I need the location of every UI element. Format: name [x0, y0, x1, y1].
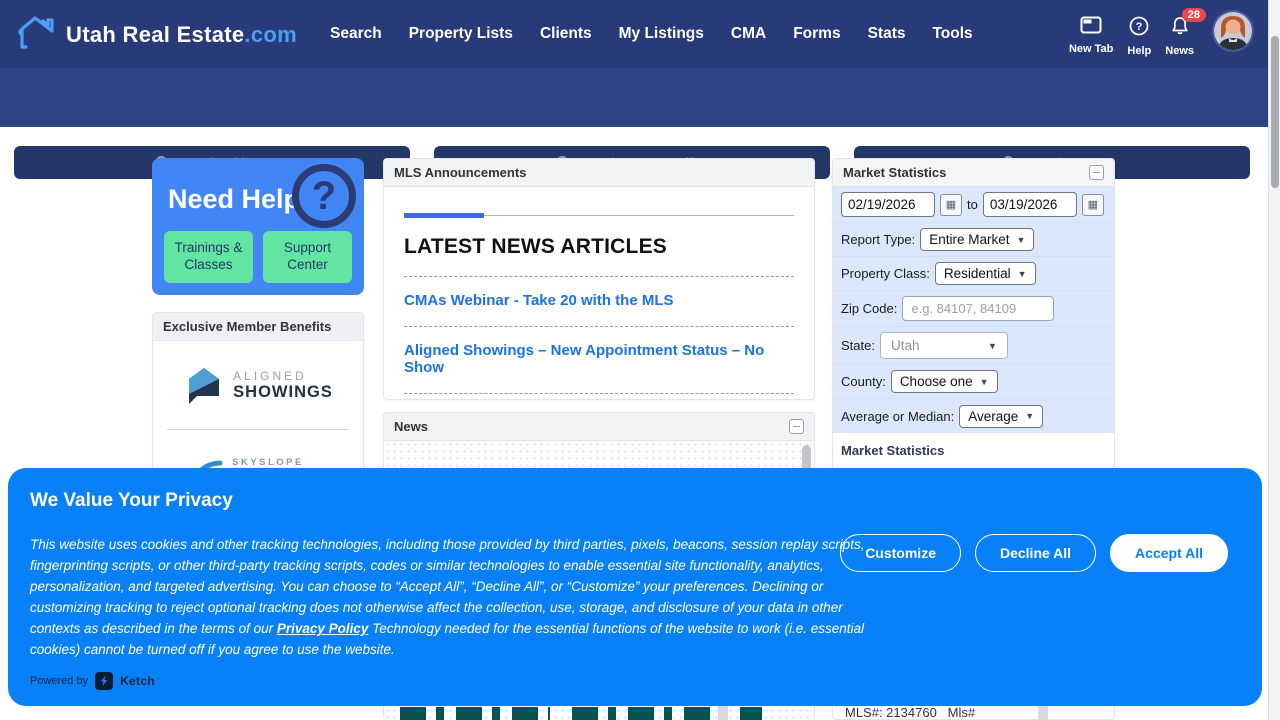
property-class-select[interactable]: Residential▼ [935, 262, 1036, 285]
panel-edge-sliver [1038, 706, 1048, 720]
cropped-news-headline [400, 707, 550, 720]
zip-code-label: Zip Code: [841, 301, 897, 316]
nav-tools[interactable]: Tools [932, 25, 972, 43]
top-navigation-bar: Utah Real Estate.com Search Property Lis… [0, 0, 1280, 68]
county-select[interactable]: Choose one▼ [891, 370, 998, 393]
help-button[interactable]: ? Help [1127, 10, 1151, 57]
ketch-logo-icon [95, 672, 113, 690]
market-stats-title: Market Statistics [843, 165, 946, 180]
news-article-link[interactable]: Aligned Showings – New Appointment Statu… [404, 342, 794, 376]
svg-text:?: ? [1136, 21, 1143, 33]
browser-scrollbar[interactable] [1268, 0, 1280, 720]
news-button[interactable]: 28 News [1165, 10, 1194, 57]
news-count-badge: 28 [1182, 8, 1206, 22]
new-tab-icon [1080, 16, 1102, 39]
question-mark-icon: ? [292, 164, 356, 228]
need-help-title: Need Help [168, 184, 300, 215]
aligned-showings-logo[interactable]: ALIGNED SHOWINGS [153, 341, 363, 429]
cropped-news-headline [572, 707, 762, 720]
header-actions: New Tab ? Help 28 News [1069, 10, 1254, 57]
nav-search[interactable]: Search [330, 25, 382, 43]
support-center-button[interactable]: Support Center [263, 231, 352, 283]
county-label: County: [841, 374, 886, 389]
privacy-policy-link[interactable]: Privacy Policy [277, 621, 369, 636]
search-band: Search Address Search Agent or Office Se… [0, 68, 1280, 127]
report-type-select[interactable]: Entire Market▼ [920, 228, 1034, 251]
need-help-card: Need Help ? Trainings & Classes Support … [152, 158, 364, 295]
customize-button[interactable]: Customize [840, 534, 961, 572]
main-navigation: Search Property Lists Clients My Listing… [330, 0, 973, 68]
dashed-divider [404, 326, 794, 327]
calendar-icon[interactable]: ▦ [940, 194, 962, 216]
average-median-select[interactable]: Average▼ [959, 405, 1043, 428]
carousel-progress [404, 213, 794, 219]
date-from-input[interactable] [841, 192, 935, 217]
site-logo[interactable]: Utah Real Estate.com [14, 12, 297, 57]
chevron-down-icon: ▼ [988, 341, 997, 351]
powered-by-ketch[interactable]: Powered by Ketch [30, 672, 155, 690]
nav-stats[interactable]: Stats [868, 25, 906, 43]
to-label: to [967, 197, 978, 212]
latest-news-heading: LATEST NEWS ARTICLES [404, 235, 794, 259]
chevron-down-icon: ▼ [1025, 411, 1034, 421]
brand-name: Utah Real Estate.com [66, 22, 297, 48]
property-class-row: Property Class: Residential▼ [833, 257, 1114, 291]
dashed-divider [404, 276, 794, 277]
announcements-title: MLS Announcements [394, 165, 526, 180]
accept-all-button[interactable]: Accept All [1110, 534, 1228, 572]
carousel-progress-fill [404, 213, 484, 218]
decline-all-button[interactable]: Decline All [975, 534, 1096, 572]
property-class-label: Property Class: [841, 266, 930, 281]
report-type-row: Report Type: Entire Market▼ [833, 223, 1114, 257]
scrollbar-thumb[interactable] [1271, 36, 1279, 188]
house-logo-icon [14, 12, 60, 57]
report-type-label: Report Type: [841, 232, 915, 247]
date-range-row: ▦ to ▦ [833, 187, 1114, 223]
privacy-banner-title: We Value Your Privacy [30, 490, 233, 512]
collapse-icon[interactable] [789, 419, 804, 434]
aligned-showings-icon [183, 363, 225, 407]
zip-code-input[interactable] [902, 296, 1054, 321]
calendar-icon[interactable]: ▦ [1082, 194, 1104, 216]
dashed-divider [404, 393, 794, 394]
cropped-mls-row: MLS#: 2134760 Mls# [845, 705, 975, 719]
news-article-link[interactable]: CMAs Webinar - Take 20 with the MLS [404, 292, 794, 309]
help-icon: ? [1129, 16, 1149, 41]
chevron-down-icon: ▼ [1018, 269, 1027, 279]
trainings-classes-button[interactable]: Trainings & Classes [164, 231, 253, 283]
cookie-consent-banner: We Value Your Privacy This website uses … [8, 468, 1262, 706]
chevron-down-icon: ▼ [1016, 235, 1025, 245]
benefits-title: Exclusive Member Benefits [163, 319, 331, 334]
mls-announcements-panel: MLS Announcements LATEST NEWS ARTICLES C… [383, 158, 815, 400]
new-tab-button[interactable]: New Tab [1069, 10, 1113, 55]
average-median-label: Average or Median: [841, 409, 954, 424]
nav-property-lists[interactable]: Property Lists [409, 25, 513, 43]
zip-code-row: Zip Code: [833, 291, 1114, 327]
collapse-icon[interactable] [1089, 165, 1104, 180]
county-row: County: Choose one▼ [833, 365, 1114, 399]
panel-edge-sliver [718, 706, 728, 720]
date-to-input[interactable] [983, 192, 1077, 217]
nav-forms[interactable]: Forms [793, 25, 840, 43]
state-label: State: [841, 338, 875, 353]
nav-clients[interactable]: Clients [540, 25, 592, 43]
nav-my-listings[interactable]: My Listings [619, 25, 704, 43]
state-row: State: Utah▼ [833, 327, 1114, 365]
market-stats-results-title: Market Statistics [841, 443, 1106, 458]
nav-cma[interactable]: CMA [731, 25, 766, 43]
average-median-row: Average or Median: Average▼ [833, 399, 1114, 433]
user-avatar[interactable] [1212, 10, 1254, 52]
privacy-banner-text: This website uses cookies and other trac… [30, 534, 880, 660]
news-title: News [394, 419, 428, 434]
chevron-down-icon: ▼ [980, 377, 989, 387]
state-select[interactable]: Utah▼ [880, 332, 1008, 359]
